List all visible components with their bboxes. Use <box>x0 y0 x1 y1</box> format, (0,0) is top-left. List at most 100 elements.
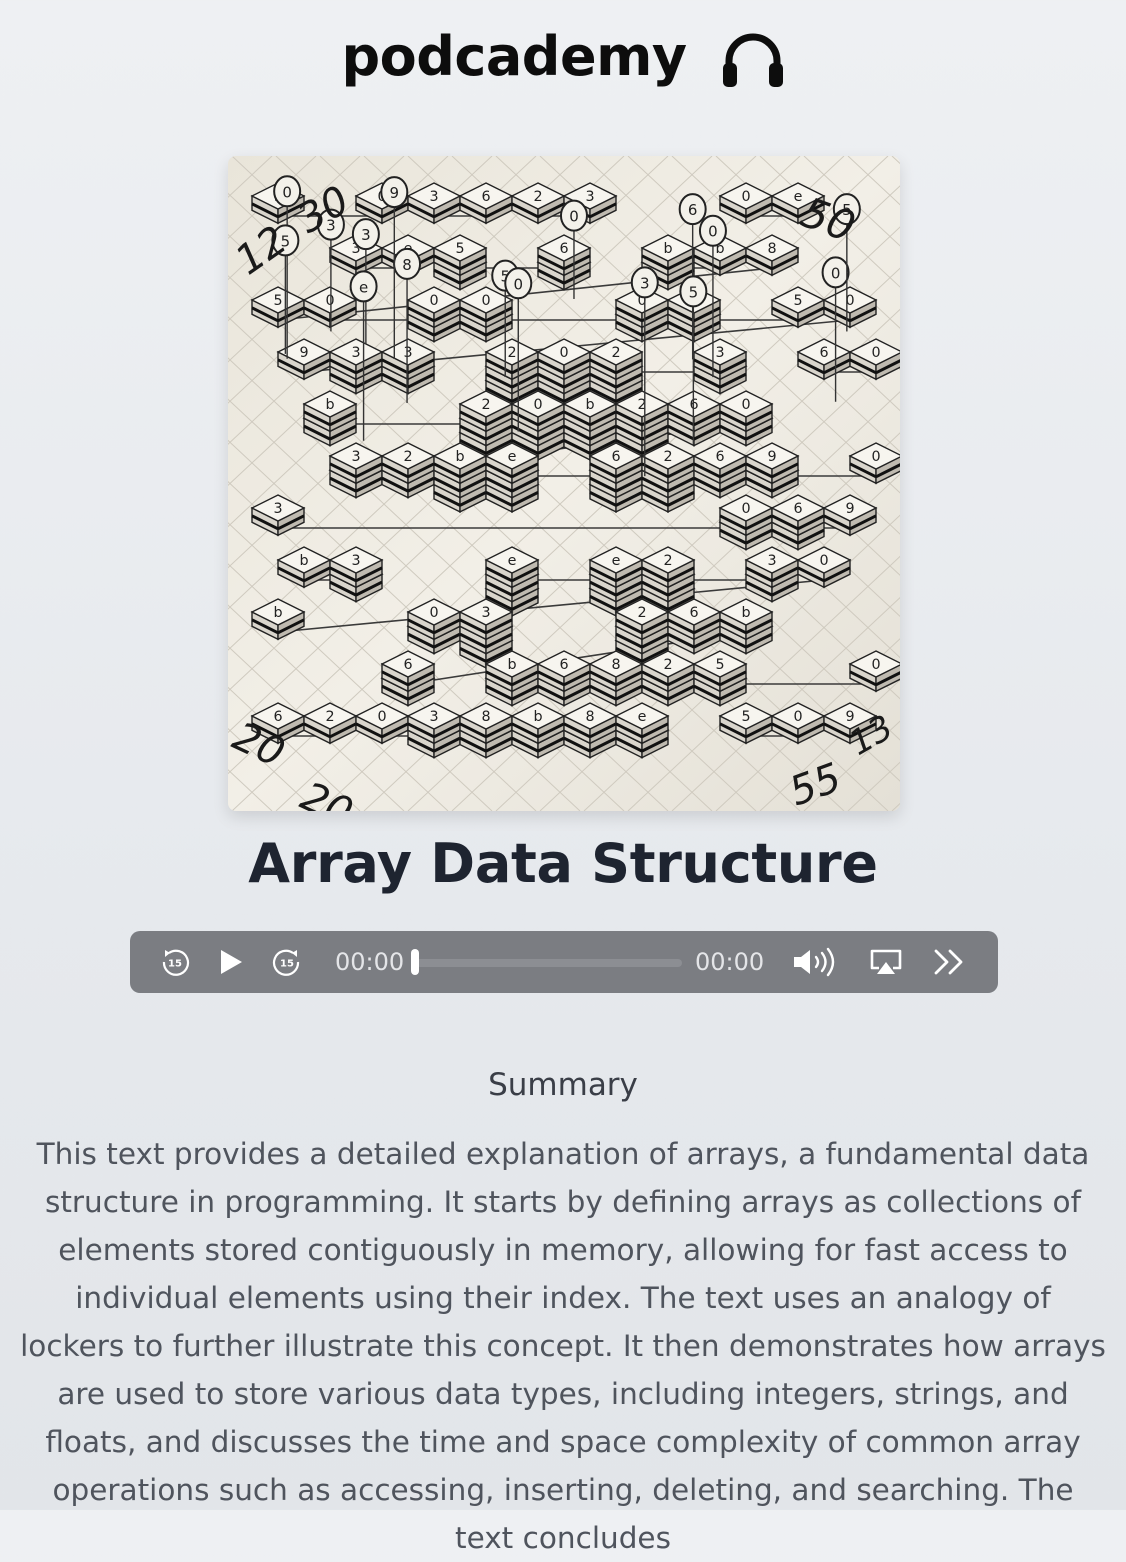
volume-icon <box>794 947 835 977</box>
svg-text:8: 8 <box>402 256 412 274</box>
svg-text:e: e <box>638 709 647 725</box>
svg-text:8: 8 <box>481 709 490 725</box>
seek-bar[interactable] <box>416 959 682 967</box>
svg-text:b: b <box>273 605 282 621</box>
svg-text:3: 3 <box>429 189 438 205</box>
svg-text:6: 6 <box>688 201 698 219</box>
svg-text:9: 9 <box>845 501 854 517</box>
svg-text:b: b <box>325 397 334 413</box>
svg-text:0: 0 <box>871 657 880 673</box>
svg-text:0: 0 <box>741 397 750 413</box>
svg-text:6: 6 <box>611 449 620 465</box>
svg-text:e: e <box>794 189 803 205</box>
svg-text:b: b <box>455 449 464 465</box>
svg-text:6: 6 <box>715 449 724 465</box>
volume-button[interactable] <box>792 931 838 993</box>
svg-text:2: 2 <box>403 449 412 465</box>
headphones-icon <box>722 33 783 87</box>
seek-handle[interactable] <box>411 949 419 975</box>
svg-text:5: 5 <box>273 293 282 309</box>
forward-15-button[interactable]: 15 <box>270 931 304 993</box>
svg-text:0: 0 <box>741 501 750 517</box>
svg-text:3: 3 <box>429 709 438 725</box>
svg-text:2: 2 <box>533 189 542 205</box>
svg-text:5: 5 <box>689 283 699 301</box>
svg-text:3: 3 <box>640 274 650 292</box>
svg-text:0: 0 <box>429 293 438 309</box>
svg-text:6: 6 <box>689 605 698 621</box>
svg-text:5: 5 <box>741 709 750 725</box>
svg-text:2: 2 <box>663 657 672 673</box>
current-time: 00:00 <box>335 948 405 976</box>
svg-text:2: 2 <box>611 345 620 361</box>
svg-text:b: b <box>299 553 308 569</box>
audio-player: 15 15 00:00 00:00 <box>130 931 998 993</box>
play-button[interactable] <box>216 931 246 993</box>
app-logo-text[interactable]: podcademy <box>341 22 687 92</box>
svg-text:6: 6 <box>481 189 490 205</box>
svg-text:3: 3 <box>585 189 594 205</box>
svg-text:b: b <box>533 709 542 725</box>
svg-text:0: 0 <box>831 264 841 282</box>
svg-text:8: 8 <box>767 241 776 257</box>
svg-text:0: 0 <box>282 183 292 201</box>
svg-text:0: 0 <box>533 397 542 413</box>
forward-seconds-label: 15 <box>280 959 294 970</box>
svg-text:e: e <box>359 278 368 296</box>
svg-text:3: 3 <box>481 605 490 621</box>
svg-text:2: 2 <box>637 605 646 621</box>
playback-speed-icon <box>934 949 963 975</box>
episode-cover-image: 9036230e3e56bb850000850933202360b20b2603… <box>228 156 900 811</box>
svg-text:0: 0 <box>377 709 386 725</box>
svg-text:0: 0 <box>559 345 568 361</box>
summary-heading: Summary <box>488 1067 638 1103</box>
svg-text:9: 9 <box>767 449 776 465</box>
svg-text:3: 3 <box>351 345 360 361</box>
play-icon <box>221 950 242 974</box>
svg-text:8: 8 <box>611 657 620 673</box>
svg-text:0: 0 <box>481 293 490 309</box>
svg-text:0: 0 <box>708 223 718 241</box>
svg-text:b: b <box>663 241 672 257</box>
svg-text:5: 5 <box>455 241 464 257</box>
svg-text:6: 6 <box>559 657 568 673</box>
rewind-seconds-label: 15 <box>168 959 182 970</box>
episode-title: Array Data Structure <box>248 832 878 895</box>
app-header: podcademy <box>0 22 1126 92</box>
summary-text: This text provides a detailed explanatio… <box>20 1137 1106 1555</box>
svg-text:3: 3 <box>361 226 371 244</box>
svg-text:0: 0 <box>514 275 524 293</box>
rewind-15-button[interactable]: 15 <box>158 931 192 993</box>
svg-text:0: 0 <box>325 293 334 309</box>
svg-text:0: 0 <box>819 553 828 569</box>
svg-text:5: 5 <box>715 657 724 673</box>
playback-speed-button[interactable] <box>932 931 966 993</box>
svg-text:6: 6 <box>793 501 802 517</box>
svg-text:0: 0 <box>871 345 880 361</box>
svg-text:b: b <box>741 605 750 621</box>
svg-text:3: 3 <box>767 553 776 569</box>
svg-text:2: 2 <box>507 345 516 361</box>
svg-text:6: 6 <box>403 657 412 673</box>
svg-text:0: 0 <box>741 189 750 205</box>
svg-text:0: 0 <box>429 605 438 621</box>
airplay-icon <box>870 949 902 974</box>
svg-text:2: 2 <box>325 709 334 725</box>
svg-text:b: b <box>585 397 594 413</box>
svg-text:3: 3 <box>273 501 282 517</box>
rewind-15-icon: 15 <box>162 949 190 976</box>
svg-text:8: 8 <box>585 709 594 725</box>
svg-text:5: 5 <box>793 293 802 309</box>
forward-15-icon: 15 <box>272 949 300 976</box>
svg-text:e: e <box>612 553 621 569</box>
svg-text:6: 6 <box>819 345 828 361</box>
svg-text:9: 9 <box>390 184 400 202</box>
airplay-button[interactable] <box>868 931 904 993</box>
svg-text:e: e <box>508 449 517 465</box>
svg-text:2: 2 <box>481 397 490 413</box>
svg-text:0: 0 <box>871 449 880 465</box>
svg-text:2: 2 <box>663 553 672 569</box>
svg-text:0: 0 <box>569 208 579 226</box>
svg-text:b: b <box>507 657 516 673</box>
duration-time: 00:00 <box>695 948 765 976</box>
